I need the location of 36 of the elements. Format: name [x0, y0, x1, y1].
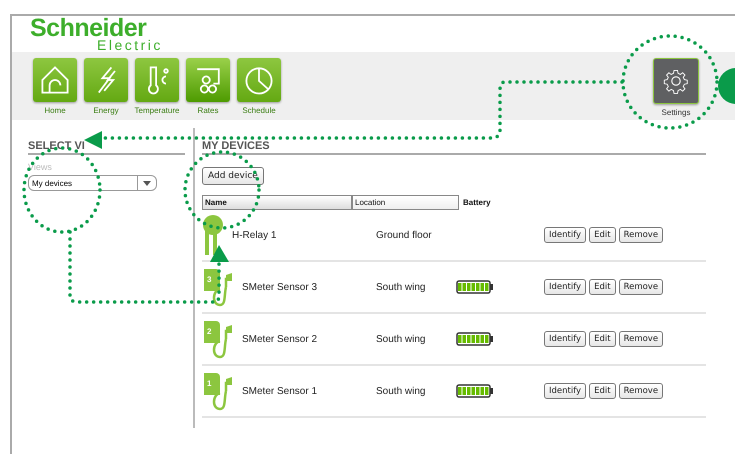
row-action-button[interactable]: Edit — [589, 383, 616, 399]
device-location: Ground floor — [376, 230, 433, 240]
device-location: South wing — [376, 386, 426, 396]
settings-icon — [662, 67, 690, 95]
device-name: SMeter Sensor 3 — [242, 282, 318, 292]
logo-wordmark: Schneider — [30, 16, 146, 41]
device-name: SMeter Sensor 2 — [242, 334, 318, 344]
device-location: South wing — [376, 282, 426, 292]
row-action-button[interactable]: Remove — [618, 383, 664, 399]
device-name: H-Relay 1 — [232, 230, 276, 240]
row-action-button[interactable]: Edit — [589, 279, 616, 295]
caret-icon — [143, 180, 151, 186]
row-action-button[interactable]: Identify — [544, 331, 586, 347]
add-device-button[interactable]: Add device — [202, 167, 264, 185]
logo-subtitle: Electric — [97, 38, 163, 52]
step-marker — [718, 68, 735, 104]
row-action-button[interactable]: Identify — [544, 227, 586, 243]
row-action-button[interactable]: Edit — [589, 331, 616, 347]
row-action-button[interactable]: Remove — [618, 279, 664, 295]
device-name: SMeter Sensor 1 — [242, 386, 318, 396]
lightning-icon — [98, 66, 116, 94]
views-dropdown[interactable]: My devices — [28, 175, 157, 191]
row-action-button[interactable]: Remove — [618, 227, 664, 243]
row-action-button[interactable]: Edit — [589, 227, 616, 243]
column-header[interactable]: Location — [352, 195, 459, 210]
row-action-button[interactable]: Identify — [544, 279, 586, 295]
thermometer-icon — [148, 66, 169, 94]
column-header[interactable]: Battery — [459, 195, 491, 210]
row-action-button[interactable]: Remove — [618, 331, 664, 347]
clock-icon — [246, 67, 272, 94]
column-header[interactable]: Name — [202, 195, 352, 210]
field-label: Views — [28, 162, 53, 172]
row-action-button[interactable]: Identify — [544, 383, 586, 399]
house-icon — [42, 66, 68, 94]
section-heading: MY DEVICES — [202, 128, 706, 155]
device-location: South wing — [376, 334, 426, 344]
